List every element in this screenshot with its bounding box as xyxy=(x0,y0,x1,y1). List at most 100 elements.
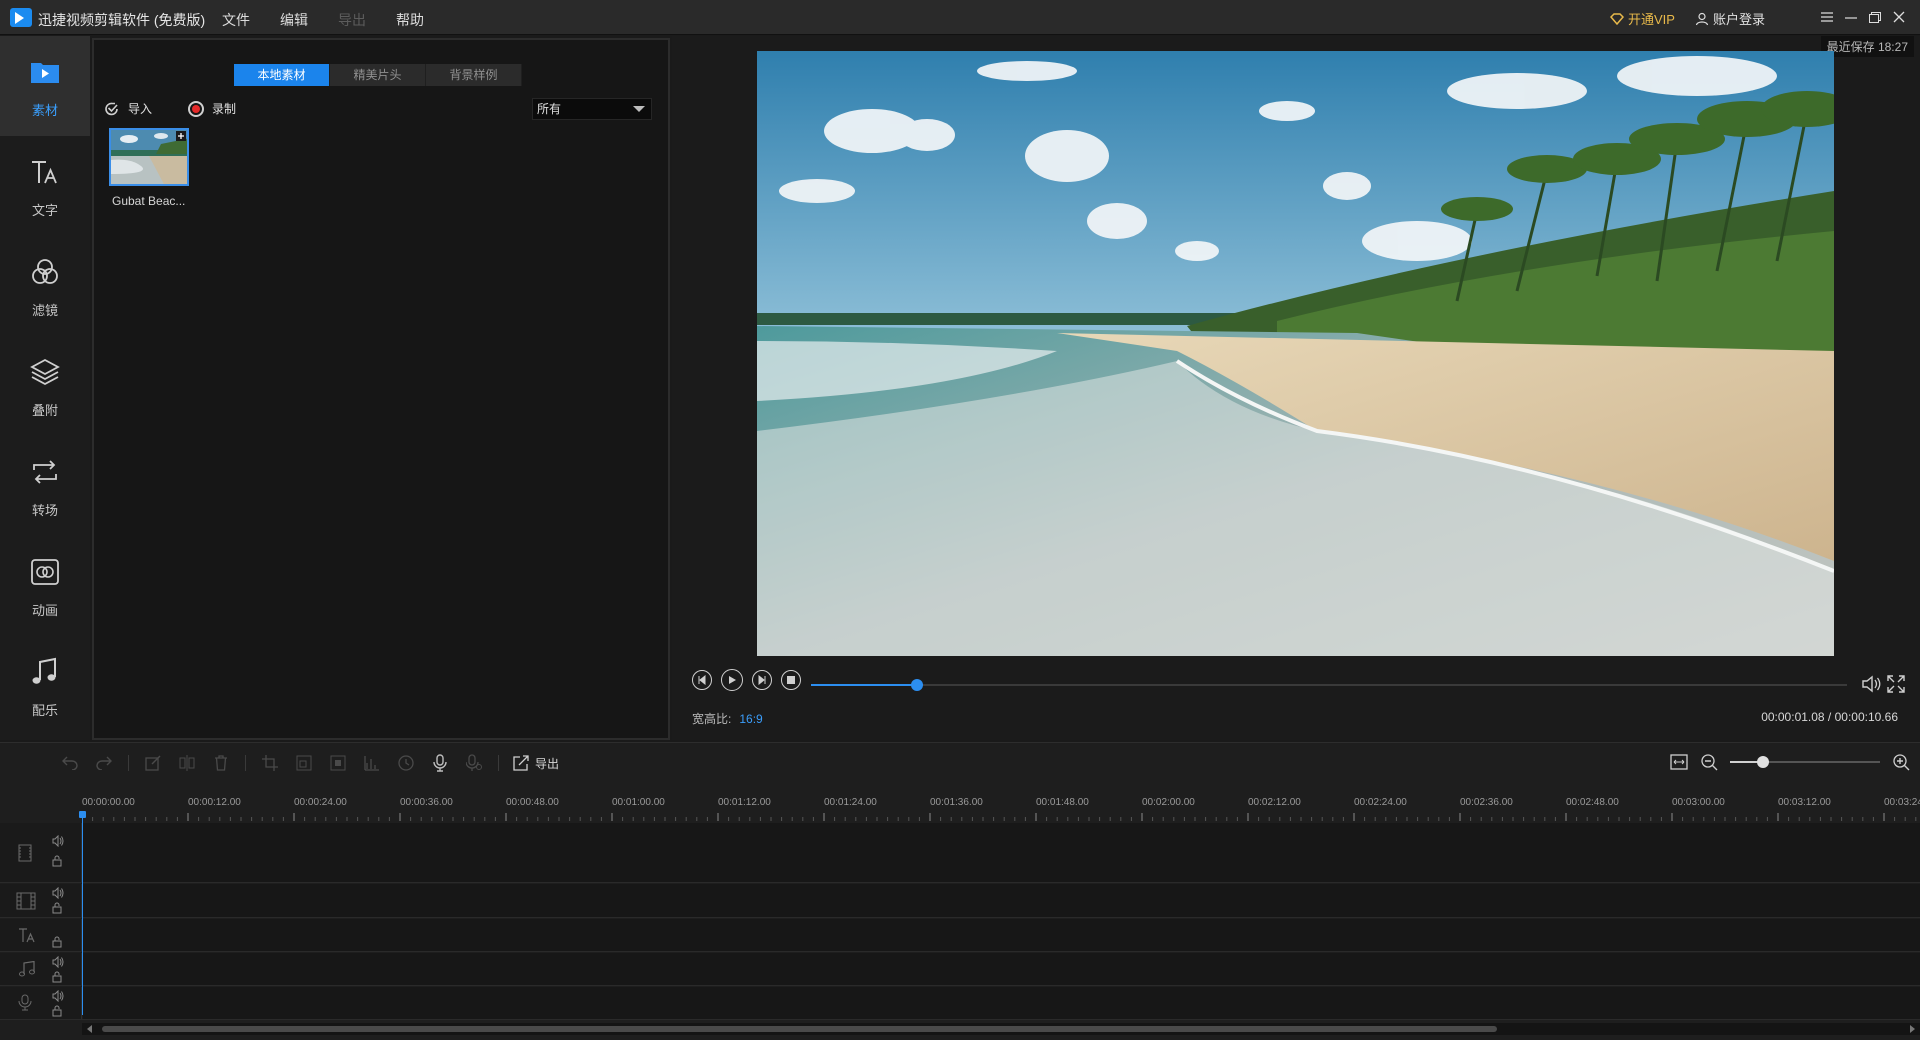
zoom-knob[interactable] xyxy=(1757,756,1769,768)
app-logo-icon xyxy=(10,8,32,27)
progress-knob[interactable] xyxy=(910,679,923,691)
sidebar-item-label: 配乐 xyxy=(31,703,58,718)
zoom-slider[interactable] xyxy=(1730,756,1880,768)
speed-button[interactable] xyxy=(396,753,416,773)
media-thumbnail[interactable] xyxy=(109,128,189,186)
login-button[interactable]: 账户登录 xyxy=(1695,9,1765,28)
timeline-playhead[interactable] xyxy=(79,811,86,1015)
prev-frame-button[interactable] xyxy=(692,670,712,690)
scroll-left-icon[interactable] xyxy=(87,1025,92,1033)
ruler-tick-label: 00:02:00.00 xyxy=(1142,797,1195,808)
menu-export[interactable]: 导出 xyxy=(338,10,366,30)
tab-backgrounds[interactable]: 背景样例 xyxy=(426,64,522,86)
sidebar-item-transition[interactable]: 转场 xyxy=(0,436,90,536)
timeline-export-label: 导出 xyxy=(535,756,560,771)
menu-help[interactable]: 帮助 xyxy=(396,10,424,30)
zoom-in-icon[interactable] xyxy=(1892,753,1910,771)
delete-button[interactable] xyxy=(211,753,231,773)
voiceover-button[interactable] xyxy=(430,753,450,773)
stop-button[interactable] xyxy=(781,670,801,690)
menu-edit[interactable]: 编辑 xyxy=(280,10,308,30)
ruler-tick-label: 00:01:24.00 xyxy=(824,797,877,808)
sidebar-item-label: 文字 xyxy=(31,203,58,218)
ruler-tick-label: 00:03:00.00 xyxy=(1672,797,1725,808)
resize-button[interactable] xyxy=(294,753,314,773)
ruler-tick-label: 00:02:36.00 xyxy=(1460,797,1513,808)
speaker-icon[interactable] xyxy=(52,887,64,899)
sidebar: 素材 文字 滤镜 叠附 转场 动画 配乐 xyxy=(0,36,90,740)
track-body[interactable] xyxy=(83,953,1920,985)
track-body[interactable] xyxy=(83,987,1920,1019)
edit-button[interactable] xyxy=(143,753,163,773)
track-body[interactable] xyxy=(83,884,1920,917)
scroll-right-icon[interactable] xyxy=(1910,1025,1915,1033)
import-button[interactable]: 导入 xyxy=(104,100,152,117)
track-head xyxy=(0,823,82,882)
lock-icon[interactable] xyxy=(52,855,64,867)
play-button[interactable] xyxy=(721,669,743,691)
import-label: 导入 xyxy=(128,102,153,116)
timeline-export-button[interactable]: 导出 xyxy=(513,755,559,772)
menu-hamburger-icon[interactable] xyxy=(1816,7,1838,27)
sidebar-item-label: 素材 xyxy=(31,103,58,118)
track-body[interactable] xyxy=(83,823,1920,882)
track-head xyxy=(0,919,82,951)
ruler-tick-label: 00:03:24 xyxy=(1884,797,1920,808)
volume-icon[interactable] xyxy=(1861,675,1883,693)
zoom-out-icon[interactable] xyxy=(1700,753,1718,771)
add-to-timeline-icon[interactable] xyxy=(176,131,186,141)
crop-button[interactable] xyxy=(260,753,280,773)
next-frame-button[interactable] xyxy=(752,670,772,690)
sidebar-item-music[interactable]: 配乐 xyxy=(0,636,90,736)
sidebar-item-animation[interactable]: 动画 xyxy=(0,536,90,636)
timecode-display: 00:00:01.08 / 00:00:10.66 xyxy=(1761,710,1898,724)
undo-button[interactable] xyxy=(60,753,80,773)
minimize-icon[interactable] xyxy=(1840,7,1862,27)
redo-button[interactable] xyxy=(94,753,114,773)
close-icon[interactable] xyxy=(1888,7,1910,27)
ruler-tick-label: 00:02:24.00 xyxy=(1354,797,1407,808)
lock-icon[interactable] xyxy=(52,971,64,983)
maximize-icon[interactable] xyxy=(1864,7,1886,27)
sidebar-item-overlay[interactable]: 叠附 xyxy=(0,336,90,436)
tab-local-media[interactable]: 本地素材 xyxy=(234,64,330,86)
timeline-ruler[interactable]: 00:00:00.00 00:00:12.00 00:00:24.00 00:00:3… xyxy=(82,797,1920,823)
play-icon xyxy=(729,676,736,684)
lock-icon[interactable] xyxy=(52,936,64,948)
aspect-ratio-value[interactable]: 16:9 xyxy=(739,712,762,726)
ruler-tick-label: 00:03:12.00 xyxy=(1778,797,1831,808)
video-preview[interactable] xyxy=(757,51,1834,656)
track-body[interactable] xyxy=(83,919,1920,951)
timeline-horizontal-scrollbar[interactable] xyxy=(82,1023,1920,1035)
split-button[interactable] xyxy=(177,753,197,773)
fullscreen-icon[interactable] xyxy=(1887,675,1905,693)
text-track-icon xyxy=(19,928,35,943)
fit-timeline-icon[interactable] xyxy=(1670,754,1688,770)
menu-file[interactable]: 文件 xyxy=(222,10,250,30)
scrollbar-thumb[interactable] xyxy=(102,1026,1497,1032)
speaker-icon[interactable] xyxy=(52,990,64,1002)
sidebar-item-label: 叠附 xyxy=(31,403,58,418)
lock-icon[interactable] xyxy=(52,902,64,914)
speaker-icon[interactable] xyxy=(52,956,64,968)
mosaic-button[interactable] xyxy=(328,753,348,773)
record-button[interactable]: 录制 xyxy=(188,100,236,117)
ruler-tick-label: 00:01:48.00 xyxy=(1036,797,1089,808)
user-icon xyxy=(1695,12,1709,25)
speaker-icon[interactable] xyxy=(52,835,64,847)
vip-button[interactable]: 开通VIP xyxy=(1610,9,1675,28)
track-video-main xyxy=(0,823,1920,883)
split-icon xyxy=(179,755,195,771)
sidebar-item-text[interactable]: 文字 xyxy=(0,136,90,236)
playback-progress-bar[interactable] xyxy=(811,679,1847,691)
lock-icon[interactable] xyxy=(52,1005,64,1017)
media-filter-select[interactable]: 所有 xyxy=(532,98,652,120)
media-item-name: Gubat Beac... xyxy=(112,194,186,208)
audio-levels-button[interactable] xyxy=(362,753,382,773)
voice-change-button[interactable] xyxy=(464,753,484,773)
sidebar-item-media[interactable]: 素材 xyxy=(0,36,90,136)
clock-icon xyxy=(398,755,414,771)
tab-intros[interactable]: 精美片头 xyxy=(330,64,426,86)
playback-controls xyxy=(692,669,810,691)
sidebar-item-filter[interactable]: 滤镜 xyxy=(0,236,90,336)
